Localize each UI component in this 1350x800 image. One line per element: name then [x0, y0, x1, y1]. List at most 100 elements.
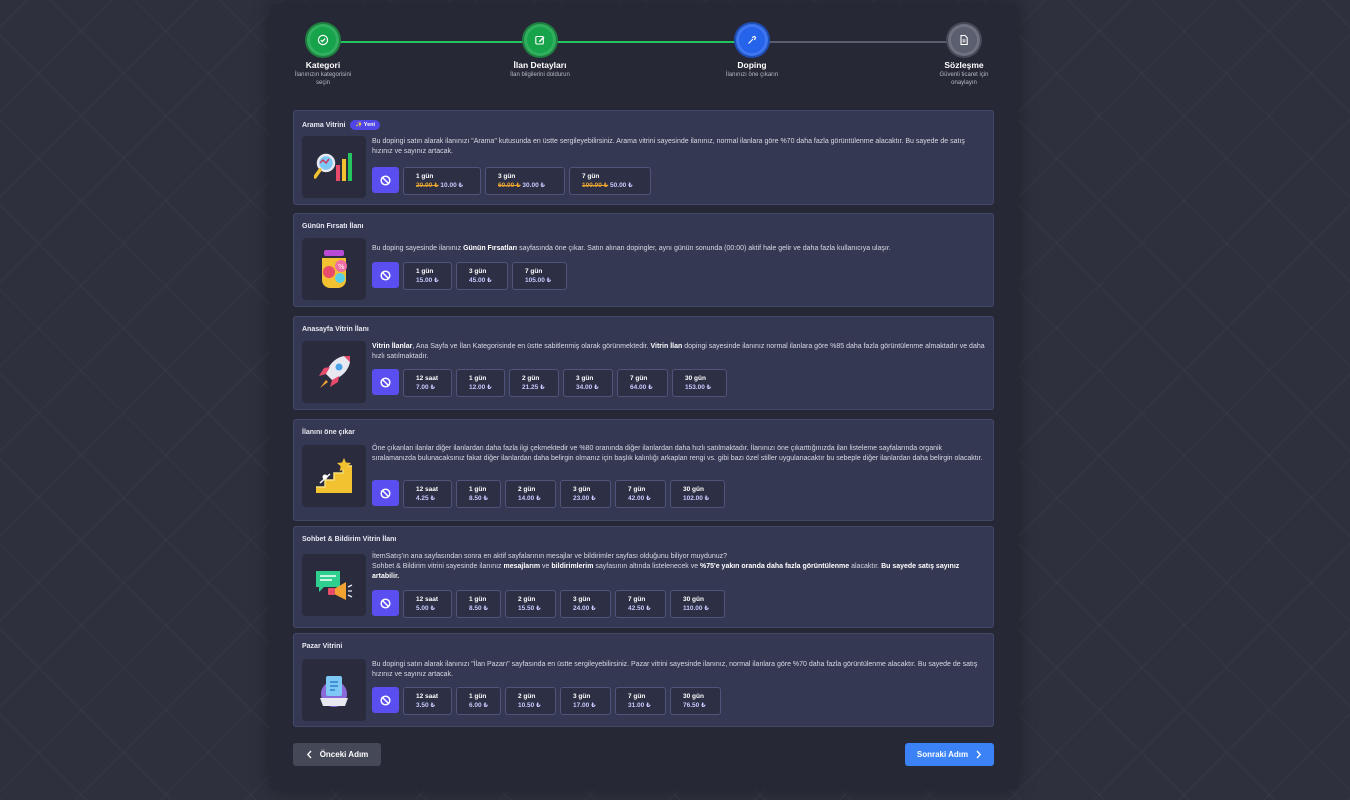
- option-label: 3 gün: [498, 173, 516, 180]
- duration-option[interactable]: 30 gün 76.50 ₺: [670, 687, 721, 715]
- option-label: 12 saat: [416, 375, 439, 382]
- duration-option[interactable]: 1 gün 8.50 ₺: [456, 480, 501, 508]
- card-title-text: Anasayfa Vitrin İlanı: [302, 326, 369, 333]
- no-doping-button[interactable]: [372, 369, 399, 395]
- duration-option[interactable]: 3 gün 34.00 ₺: [563, 369, 613, 397]
- no-doping-button[interactable]: [372, 590, 399, 616]
- option-price: 34.00 ₺: [576, 383, 599, 391]
- duration-option[interactable]: 1 gün 20.00 ₺ 10.00 ₺: [403, 167, 481, 195]
- option-price: 153.00 ₺: [685, 383, 712, 391]
- duration-option[interactable]: 30 gün 102.00 ₺: [670, 480, 725, 508]
- duration-option[interactable]: 3 gün 24.00 ₺: [560, 590, 611, 618]
- duration-option[interactable]: 1 gün 6.00 ₺: [456, 687, 501, 715]
- duration-option[interactable]: 1 gün 8.50 ₺: [456, 590, 501, 618]
- ban-icon: [380, 269, 391, 281]
- step-ilan-detaylari[interactable]: İlan Detayları İlan bilgilerini doldurun: [485, 24, 595, 80]
- no-doping-button[interactable]: [372, 262, 399, 288]
- duration-option[interactable]: 3 gün 45.00 ₺: [456, 262, 508, 290]
- card-title: İlanını öne çıkar: [302, 429, 355, 436]
- next-step-label: Sonraki Adım: [916, 750, 969, 759]
- step-sozlesme[interactable]: Sözleşme Güvenli ticaret için onaylayın: [909, 24, 1019, 88]
- duration-option[interactable]: 12 saat 3.50 ₺: [403, 687, 452, 715]
- duration-option[interactable]: 1 gün 15.00 ₺: [403, 262, 452, 290]
- svg-text:%: %: [338, 263, 345, 271]
- option-label: 2 gün: [522, 375, 540, 382]
- duration-option[interactable]: 3 gün 17.00 ₺: [560, 687, 611, 715]
- option-label: 12 saat: [416, 693, 439, 700]
- duration-option[interactable]: 3 gün 23.00 ₺: [560, 480, 611, 508]
- duration-options: 12 saat 5.00 ₺ 1 gün 8.50 ₺ 2 gün 15.50 …: [372, 590, 725, 618]
- no-doping-button[interactable]: [372, 167, 399, 193]
- option-label: 1 gün: [416, 173, 434, 180]
- no-doping-button[interactable]: [372, 687, 399, 713]
- option-price: 21.25 ₺: [522, 383, 545, 391]
- step-doping[interactable]: Doping İlanınızı öne çıkarın: [697, 24, 807, 80]
- duration-option[interactable]: 7 gün 100.00 ₺ 50.00 ₺: [569, 167, 651, 195]
- option-label: 1 gün: [469, 375, 487, 382]
- option-label: 3 gün: [573, 693, 591, 700]
- option-price: 64.00 ₺: [630, 383, 653, 391]
- option-price: 6.00 ₺: [469, 701, 488, 709]
- old-price: 20.00 ₺: [416, 181, 439, 189]
- card-title: Pazar Vitrini: [302, 643, 342, 650]
- doping-card-arama-vitrini: Arama Vitrini ✨ Yeni Bu dopingi satın al…: [293, 110, 994, 205]
- option-label: 1 gün: [469, 596, 487, 603]
- new-badge: ✨ Yeni: [350, 120, 381, 130]
- step-kategori[interactable]: Kategori İlanınızın kategorisini seçin: [268, 24, 378, 88]
- option-label: 3 gün: [469, 268, 487, 275]
- duration-option[interactable]: 30 gün 110.00 ₺: [670, 590, 725, 618]
- duration-option[interactable]: 12 saat 4.25 ₺: [403, 480, 452, 508]
- market-basket-illustration-icon: [302, 659, 366, 721]
- card-title: Arama Vitrini ✨ Yeni: [302, 120, 381, 130]
- duration-option[interactable]: 7 gün 42.00 ₺: [615, 480, 666, 508]
- duration-option[interactable]: 2 gün 15.50 ₺: [505, 590, 556, 618]
- option-price: 23.00 ₺: [573, 494, 596, 502]
- option-price: 31.00 ₺: [628, 701, 651, 709]
- option-label: 3 gün: [576, 375, 594, 382]
- duration-option[interactable]: 7 gün 64.00 ₺: [617, 369, 668, 397]
- step-subtitle: Güvenli ticaret için onaylayın: [939, 72, 989, 86]
- duration-option[interactable]: 2 gün 21.25 ₺: [509, 369, 559, 397]
- duration-option[interactable]: 2 gün 14.00 ₺: [505, 480, 556, 508]
- next-step-button[interactable]: Sonraki Adım: [905, 743, 994, 766]
- card-description: Vitrin İlanlar, Ana Sayfa ve İlan Katego…: [372, 343, 985, 361]
- card-title-text: Pazar Vitrini: [302, 643, 343, 650]
- duration-option[interactable]: 7 gün 31.00 ₺: [615, 687, 666, 715]
- duration-option[interactable]: 1 gün 12.00 ₺: [456, 369, 505, 397]
- card-title-text: Sohbet & Bildirim Vitrin İlanı: [302, 536, 397, 543]
- new-price: 10.00 ₺: [440, 181, 464, 189]
- option-label: 2 gün: [518, 486, 536, 493]
- previous-step-button[interactable]: Önceki Adım: [293, 743, 381, 766]
- option-label: 7 gün: [582, 173, 600, 180]
- doping-card-sohbet-bildirim: Sohbet & Bildirim Vitrin İlanı İtemSatış…: [293, 526, 994, 628]
- option-price: 76.50 ₺: [683, 701, 706, 709]
- duration-option[interactable]: 7 gün 42.50 ₺: [615, 590, 666, 618]
- duration-option[interactable]: 30 gün 153.00 ₺: [672, 369, 727, 397]
- step-subtitle: İlan bilgilerini doldurun: [510, 72, 570, 78]
- option-price: 15.00 ₺: [416, 276, 439, 284]
- option-price: 12.00 ₺: [469, 383, 492, 391]
- doping-panel: Kategori İlanınızın kategorisini seçin İ…: [270, 4, 1018, 790]
- option-price: 8.50 ₺: [469, 604, 488, 612]
- duration-option[interactable]: 3 gün 60.00 ₺ 30.00 ₺: [485, 167, 565, 195]
- duration-options: 1 gün 20.00 ₺ 10.00 ₺ 3 gün 60.00 ₺ 30.0…: [372, 167, 651, 195]
- option-price: 105.00 ₺: [525, 276, 552, 284]
- option-label: 1 gün: [469, 486, 487, 493]
- card-description: İtemSatış'ın ana sayfasından sonra en ak…: [372, 553, 960, 581]
- card-title-text: Arama Vitrini: [302, 121, 346, 129]
- duration-option[interactable]: 12 saat 5.00 ₺: [403, 590, 452, 618]
- card-title: Anasayfa Vitrin İlanı: [302, 326, 369, 333]
- option-label: 7 gün: [525, 268, 543, 275]
- stairs-star-illustration-icon: [302, 445, 366, 507]
- card-title-text: İlanını öne çıkar: [302, 429, 355, 436]
- edit-icon: [524, 24, 556, 56]
- option-label: 7 gün: [628, 596, 646, 603]
- option-label: 3 gün: [573, 486, 591, 493]
- card-description: Bu dopingi satın alarak ilanınızı "Arama…: [372, 138, 965, 156]
- duration-option[interactable]: 12 saat 7.00 ₺: [403, 369, 452, 397]
- no-doping-button[interactable]: [372, 480, 399, 506]
- duration-option[interactable]: 7 gün 105.00 ₺: [512, 262, 567, 290]
- option-price: 7.00 ₺: [416, 383, 435, 391]
- duration-option[interactable]: 2 gün 10.50 ₺: [505, 687, 556, 715]
- deal-jar-illustration-icon: %: [302, 238, 366, 300]
